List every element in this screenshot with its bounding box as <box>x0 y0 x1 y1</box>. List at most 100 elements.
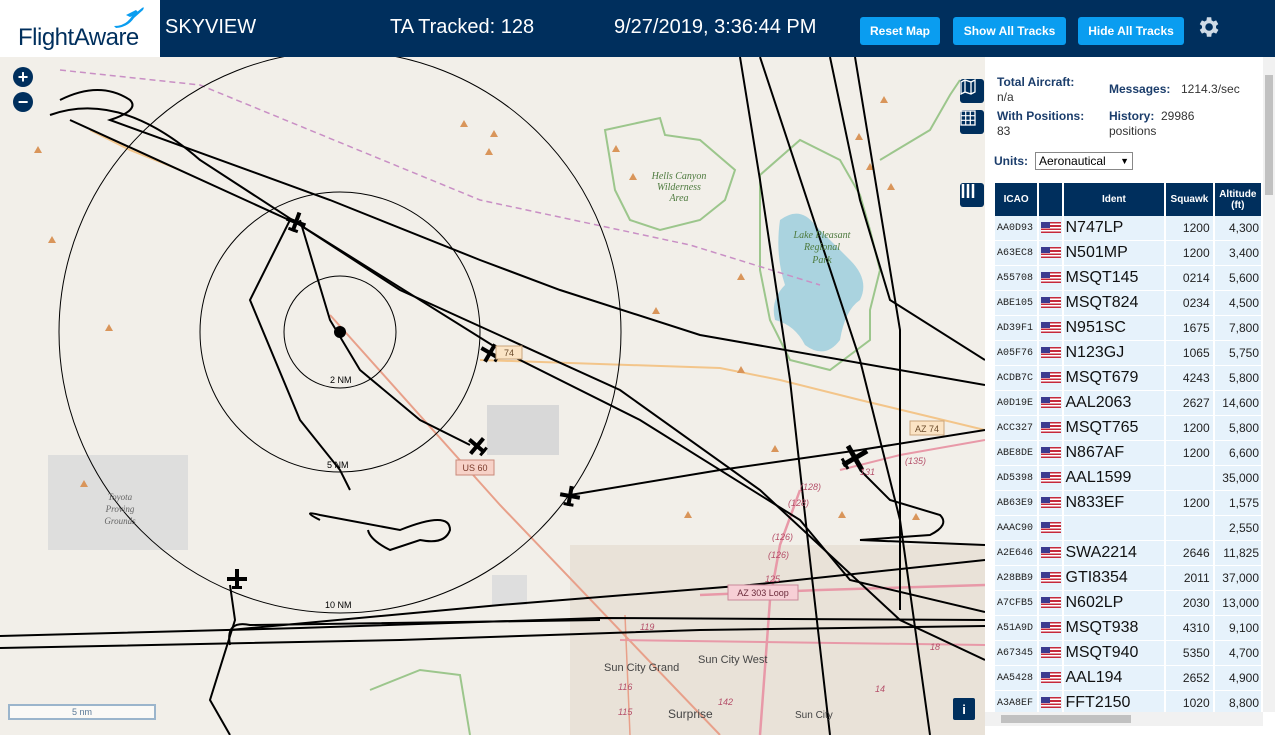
reset-map-button[interactable]: Reset Map <box>860 17 940 45</box>
vertical-scrollbar[interactable] <box>1263 57 1275 712</box>
road-119-label: 119 <box>640 622 654 632</box>
row-altitude: 5,800 <box>1214 416 1263 441</box>
row-altitude: 35,000 <box>1214 466 1263 491</box>
row-altitude: 4,500 <box>1214 291 1263 316</box>
table-row[interactable]: ACDB7C MSQT679 4243 5,800 <box>995 366 1263 391</box>
info-button[interactable]: i <box>953 698 975 720</box>
show-all-tracks-button[interactable]: Show All Tracks <box>953 17 1066 45</box>
road-135-label: (135) <box>905 456 926 466</box>
horizontal-scroll-thumb[interactable] <box>1001 715 1131 723</box>
col-altitude[interactable]: Altitude (ft) <box>1214 183 1263 216</box>
row-ident: MSQT940 <box>1063 641 1167 666</box>
surprise-label: Surprise <box>668 707 713 721</box>
table-row[interactable]: A28BB9 GTI8354 2011 37,000 <box>995 566 1263 591</box>
map-canvas[interactable]: 2 NM 5 NM 10 NM Hells Canyon Wilderness … <box>0 57 985 735</box>
map-layers-icon[interactable] <box>960 79 984 103</box>
columns-toggle-icon[interactable] <box>960 183 984 207</box>
table-row[interactable]: ACC327 MSQT765 1200 5,800 <box>995 416 1263 441</box>
road-131-label: 131 <box>860 467 875 477</box>
row-ident: N501MP <box>1063 241 1167 266</box>
table-row[interactable]: AD39F1 N951SC 1675 7,800 <box>995 316 1263 341</box>
row-squawk: 0234 <box>1166 291 1215 316</box>
row-flag <box>1039 666 1064 691</box>
col-icao[interactable]: ICAO <box>995 183 1040 216</box>
row-icao: AA0D93 <box>995 216 1040 241</box>
table-row[interactable]: AA5428 AAL194 2652 4,900 <box>995 666 1263 691</box>
horizontal-scrollbar[interactable] <box>985 712 1263 726</box>
units-select[interactable]: Aeronautical ▼ <box>1035 152 1133 170</box>
row-ident: MSQT145 <box>1063 266 1167 291</box>
row-squawk: 1200 <box>1166 241 1215 266</box>
row-altitude: 3,400 <box>1214 241 1263 266</box>
table-row[interactable]: A67345 MSQT940 5350 4,700 <box>995 641 1263 666</box>
gear-icon[interactable] <box>1195 14 1221 40</box>
row-ident <box>1063 516 1167 541</box>
messages-label: Messages: <box>1109 82 1171 96</box>
col-ident[interactable]: Ident <box>1063 183 1167 216</box>
table-row[interactable]: A2E646 SWA2214 2646 11,825 <box>995 541 1263 566</box>
row-squawk: 5350 <box>1166 641 1215 666</box>
row-icao: AD39F1 <box>995 316 1040 341</box>
row-ident: N123GJ <box>1063 341 1167 366</box>
col-flag[interactable] <box>1039 183 1064 216</box>
vertical-scroll-thumb[interactable] <box>1265 75 1273 195</box>
table-row[interactable]: A0D19E AAL2063 2627 14,600 <box>995 391 1263 416</box>
map-view[interactable]: 2 NM 5 NM 10 NM Hells Canyon Wilderness … <box>0 57 985 735</box>
table-row[interactable]: AA0D93 N747LP 1200 4,300 <box>995 216 1263 241</box>
flightaware-logo[interactable]: FlightAware <box>0 0 160 57</box>
with-positions-label: With Positions: <box>997 109 1085 123</box>
us-flag-icon <box>1041 397 1062 409</box>
us-flag-icon <box>1041 297 1062 309</box>
table-row[interactable]: A51A9D MSQT938 4310 9,100 <box>995 616 1263 641</box>
messages-value: 1214.3/sec <box>1181 82 1240 96</box>
total-aircraft-value: n/a <box>997 90 1014 104</box>
table-row[interactable]: AB63E9 N833EF 1200 1,575 <box>995 491 1263 516</box>
row-squawk: 2652 <box>1166 666 1215 691</box>
us-flag-icon <box>1041 247 1062 259</box>
row-flag <box>1039 591 1064 616</box>
ta-tracked-count: TA Tracked: 128 <box>390 16 535 38</box>
history-unit: positions <box>1109 124 1157 138</box>
row-altitude: 4,700 <box>1214 641 1263 666</box>
col-altitude-label: Altitude <box>1219 188 1257 200</box>
table-row[interactable]: A7CFB5 N602LP 2030 13,000 <box>995 591 1263 616</box>
road-128b-label: (128) <box>788 498 809 508</box>
zoom-out-button[interactable]: − <box>13 92 33 112</box>
table-row[interactable]: ABE8DE N867AF 1200 6,600 <box>995 441 1263 466</box>
table-row[interactable]: A55708 MSQT145 0214 5,600 <box>995 266 1263 291</box>
table-row[interactable]: AAAC90 2,550 <box>995 516 1263 541</box>
clock: 9/27/2019, 3:36:44 PM <box>614 16 817 38</box>
table-row[interactable]: A63EC8 N501MP 1200 3,400 <box>995 241 1263 266</box>
row-icao: A0D19E <box>995 391 1040 416</box>
us-flag-icon <box>1041 697 1062 709</box>
hide-all-tracks-button[interactable]: Hide All Tracks <box>1078 17 1184 45</box>
lake-pleasant-label-3: Park <box>811 255 832 266</box>
table-row[interactable]: AD5398 AAL1599 35,000 <box>995 466 1263 491</box>
row-altitude: 6,600 <box>1214 441 1263 466</box>
row-squawk: 2011 <box>1166 566 1215 591</box>
row-flag <box>1039 491 1064 516</box>
us-flag-icon <box>1041 447 1062 459</box>
row-flag <box>1039 341 1064 366</box>
zoom-in-button[interactable]: + <box>13 67 33 87</box>
row-squawk: 1200 <box>1166 216 1215 241</box>
row-ident: N602LP <box>1063 591 1167 616</box>
row-icao: ACC327 <box>995 416 1040 441</box>
table-row[interactable]: A05F76 N123GJ 1065 5,750 <box>995 341 1263 366</box>
row-ident: AAL194 <box>1063 666 1167 691</box>
table-row[interactable]: ABE105 MSQT824 0234 4,500 <box>995 291 1263 316</box>
row-squawk: 1200 <box>1166 491 1215 516</box>
row-ident: N951SC <box>1063 316 1167 341</box>
row-squawk: 1200 <box>1166 416 1215 441</box>
row-altitude: 5,800 <box>1214 366 1263 391</box>
grid-overlay-icon[interactable] <box>960 110 984 134</box>
col-squawk[interactable]: Squawk <box>1166 183 1215 216</box>
row-icao: AD5398 <box>995 466 1040 491</box>
row-flag <box>1039 541 1064 566</box>
chevron-down-icon: ▼ <box>1120 156 1129 166</box>
road-18-label: 18 <box>930 642 940 652</box>
row-icao: ABE8DE <box>995 441 1040 466</box>
row-icao: ACDB7C <box>995 366 1040 391</box>
row-flag <box>1039 391 1064 416</box>
history-value: 29986 <box>1161 109 1195 123</box>
